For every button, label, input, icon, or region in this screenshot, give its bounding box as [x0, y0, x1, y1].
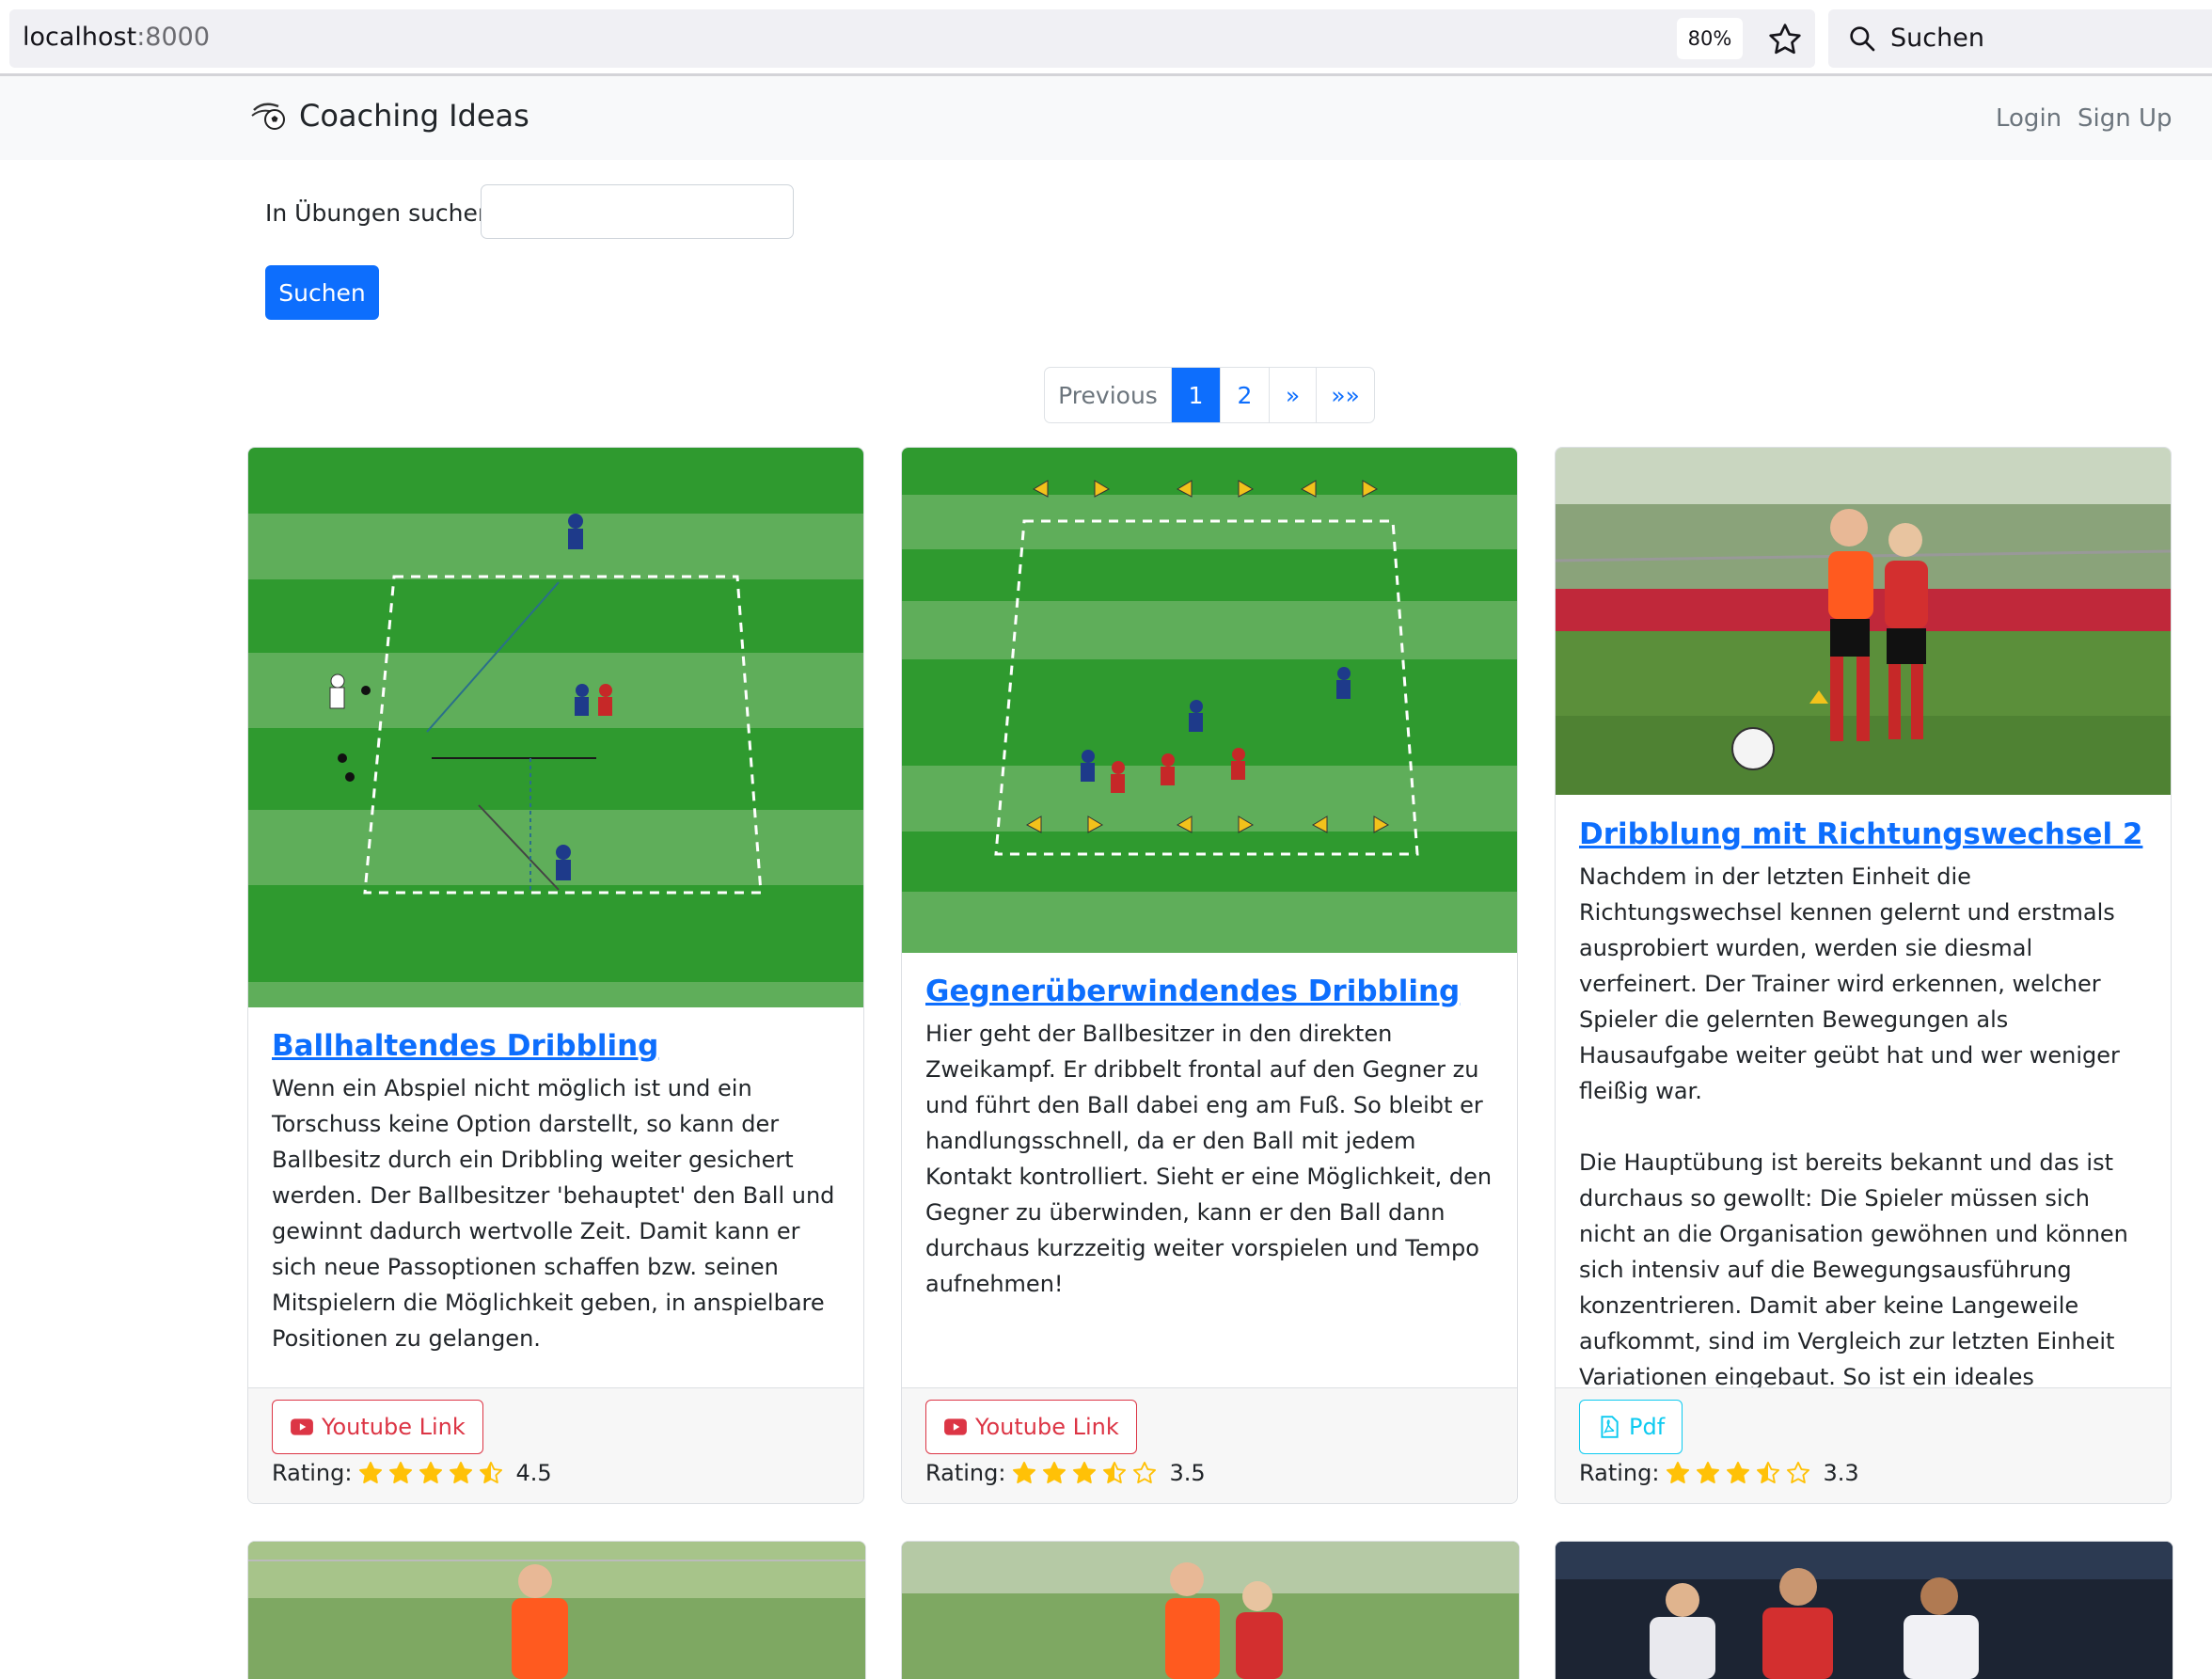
star-icon-full [1667, 1461, 1690, 1483]
youtube-link-button[interactable]: Youtube Link [925, 1400, 1137, 1454]
star-icon-full [1073, 1461, 1097, 1483]
star-icon-full [359, 1461, 383, 1483]
star-icon-empty [1787, 1461, 1810, 1483]
exercise-card-partial[interactable] [1555, 1541, 2173, 1679]
star-icon-half [1757, 1461, 1780, 1483]
address-bar[interactable]: localhost:8000 80% [9, 9, 1815, 68]
rating-label: Rating: [925, 1460, 1006, 1486]
youtube-link-label: Youtube Link [322, 1414, 466, 1440]
magnifier-icon [1850, 26, 1875, 52]
card-footer: Youtube Link Rating: 3.5 [902, 1387, 1517, 1503]
exercise-search-input[interactable] [481, 184, 794, 239]
star-icon-full [450, 1461, 473, 1483]
pdf-link-label: Pdf [1629, 1414, 1666, 1440]
site-navbar: Coaching Ideas Login Sign Up [0, 76, 2212, 160]
rating-value: 4.5 [515, 1460, 552, 1486]
star-icon-full [1013, 1461, 1036, 1483]
card-description: Wenn ein Abspiel nicht möglich ist und e… [272, 1075, 835, 1352]
youtube-icon [291, 1418, 313, 1435]
search-submit-button[interactable]: Suchen [265, 265, 379, 320]
card-description: Hier geht der Ballbesitzer in den direkt… [925, 1021, 1493, 1297]
page-1-active[interactable]: 1 [1171, 368, 1220, 422]
soccer-ball-icon [251, 103, 285, 130]
rating-row: Rating: 4.5 [272, 1460, 552, 1486]
exercise-card: Ballhaltendes Dribbling Wenn ein Abspiel… [247, 447, 864, 1504]
page-previous[interactable]: Previous [1045, 368, 1171, 422]
womens-soccer-photo [1556, 1542, 2172, 1679]
brand-title: Coaching Ideas [299, 98, 529, 134]
drill-diagram-image [902, 448, 1517, 953]
rating-label: Rating: [1579, 1460, 1660, 1486]
rating-stars [357, 1460, 508, 1486]
star-icon-full [389, 1461, 413, 1483]
search-label: In Übungen suchen: [265, 199, 501, 227]
signup-link[interactable]: Sign Up [2078, 104, 2172, 133]
youtube-link-label: Youtube Link [975, 1414, 1119, 1440]
youth-soccer-photo [902, 1542, 1519, 1679]
star-icon-full [1043, 1461, 1066, 1483]
card-title-link[interactable]: Ballhaltendes Dribbling [272, 1029, 840, 1063]
exercise-card: Gegnerüberwindendes Dribbling Hier geht … [901, 447, 1518, 1504]
exercise-card: Dribblung mit Richtungswechsel 2 Nachdem… [1555, 447, 2172, 1504]
page-last[interactable]: »» [1316, 368, 1374, 422]
exercise-card-partial[interactable] [901, 1541, 1520, 1679]
card-footer: Pdf Rating: 3.3 [1556, 1387, 2171, 1503]
star-icon-full [1727, 1461, 1750, 1483]
star-icon-half [1103, 1461, 1127, 1483]
bookmark-star-icon[interactable] [1766, 21, 1804, 58]
pagination: Previous 1 2 » »» [1044, 367, 1375, 423]
rating-row: Rating: 3.3 [1579, 1460, 1859, 1486]
rating-value: 3.3 [1823, 1460, 1859, 1486]
card-footer: Youtube Link Rating: 4.5 [248, 1387, 863, 1503]
youtube-link-button[interactable]: Youtube Link [272, 1400, 483, 1454]
login-link[interactable]: Login [1996, 104, 2062, 133]
page-next[interactable]: » [1269, 368, 1316, 422]
star-icon-full [419, 1461, 443, 1483]
star-icon-full [1697, 1461, 1720, 1483]
page-2[interactable]: 2 [1220, 368, 1269, 422]
brand-link[interactable]: Coaching Ideas [250, 97, 529, 135]
star-icon-empty [1133, 1461, 1157, 1483]
rating-stars [1665, 1460, 1815, 1486]
browser-toolbar: localhost:8000 80% Suchen [0, 0, 2212, 76]
card-title-link[interactable]: Dribblung mit Richtungswechsel 2 [1579, 817, 2147, 851]
drill-diagram-image [248, 448, 863, 1007]
url-text: localhost:8000 [23, 23, 211, 52]
file-pdf-icon [1601, 1416, 1619, 1438]
browser-search-placeholder: Suchen [1890, 24, 1984, 53]
exercise-card-partial[interactable] [247, 1541, 866, 1679]
youth-soccer-photo [1556, 448, 2171, 795]
youtube-icon [944, 1418, 967, 1435]
rating-row: Rating: 3.5 [925, 1460, 1206, 1486]
zoom-level-badge[interactable]: 80% [1677, 18, 1743, 59]
pdf-link-button[interactable]: Pdf [1579, 1400, 1683, 1454]
rating-value: 3.5 [1169, 1460, 1206, 1486]
rating-label: Rating: [272, 1460, 353, 1486]
youth-soccer-photo [248, 1542, 865, 1679]
card-title-link[interactable]: Gegnerüberwindendes Dribbling [925, 974, 1493, 1008]
browser-search-field[interactable]: Suchen [1828, 9, 2212, 68]
card-description: Nachdem in der letzten Einheit die Richt… [1579, 863, 2128, 1426]
rating-stars [1011, 1460, 1161, 1486]
star-icon-half [480, 1461, 503, 1483]
